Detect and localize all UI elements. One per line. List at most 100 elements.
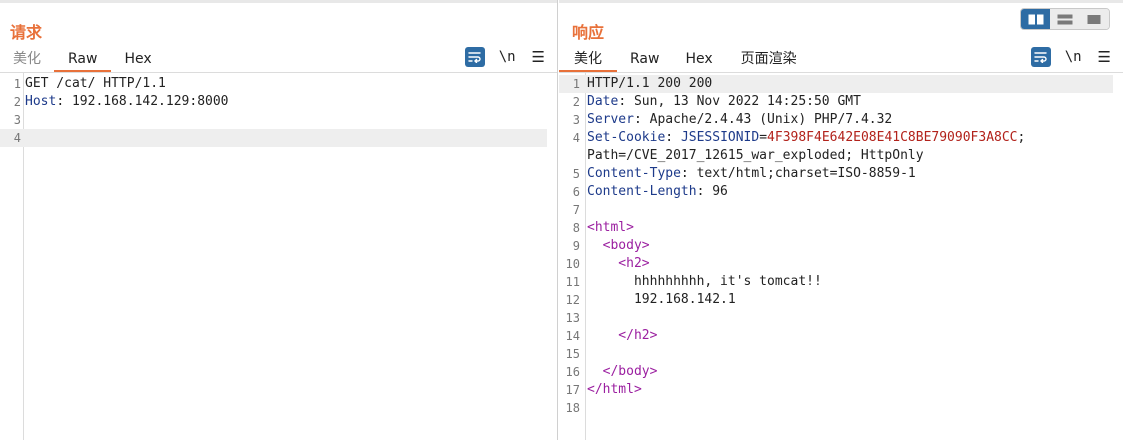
code-token: HTTP/1.1 200 200 bbox=[587, 76, 713, 91]
side-by-side-icon[interactable] bbox=[1021, 9, 1051, 29]
request-tab-pretty[interactable]: 美化 bbox=[0, 46, 54, 72]
line-number: 14 bbox=[565, 329, 580, 343]
response-tab-raw[interactable]: Raw bbox=[617, 46, 672, 72]
line-number: 1 bbox=[13, 77, 21, 91]
request-editor[interactable]: 1 GET /cat/ HTTP/1.1 2 Host: 192.168.142.12… bbox=[0, 72, 557, 440]
code-token: : Sun, 13 Nov 2022 14:25:50 GMT bbox=[618, 94, 861, 109]
response-tab-hex[interactable]: Hex bbox=[672, 46, 725, 72]
word-wrap-icon[interactable] bbox=[464, 47, 485, 67]
request-tab-hex[interactable]: Hex bbox=[111, 46, 164, 72]
code-line: 9 <body> bbox=[559, 237, 1113, 255]
response-tab-pretty[interactable]: 美化 bbox=[559, 46, 617, 72]
code-line: 3 Server: Apache/2.4.43 (Unix) PHP/7.4.32 bbox=[559, 111, 1113, 129]
line-number: 8 bbox=[572, 221, 580, 235]
line-content: Date: Sun, 13 Nov 2022 14:25:50 GMT bbox=[587, 93, 861, 111]
stacked-icon[interactable] bbox=[1050, 9, 1080, 29]
word-wrap-icon[interactable] bbox=[1030, 47, 1051, 67]
code-line: 13 bbox=[559, 309, 1113, 327]
code-line: 1 GET /cat/ HTTP/1.1 bbox=[0, 75, 547, 93]
code-token: ; bbox=[1017, 130, 1026, 145]
code-line: 11 hhhhhhhhh, it's tomcat!! bbox=[559, 273, 1113, 291]
code-line: 4 bbox=[0, 129, 547, 147]
code-token: </html> bbox=[587, 382, 642, 397]
line-number: 6 bbox=[572, 185, 580, 199]
code-line: 18 bbox=[559, 399, 1113, 417]
request-title: 请求 bbox=[10, 23, 43, 42]
code-token: Set-Cookie bbox=[587, 130, 666, 145]
code-line: 3 bbox=[0, 111, 547, 129]
line-number: 13 bbox=[565, 311, 580, 325]
response-tabs: 美化 Raw Hex 页面渲染 bbox=[559, 46, 812, 72]
code-line: 17 </html> bbox=[559, 381, 1113, 399]
line-number: 2 bbox=[572, 95, 580, 109]
code-token: hhhhhhhhh, it's tomcat!! bbox=[587, 274, 822, 289]
response-toolbar: \n ☰ bbox=[1030, 47, 1111, 67]
request-toolbar: \n ☰ bbox=[464, 47, 545, 67]
code-token: </body> bbox=[587, 364, 658, 379]
line-number: 1 bbox=[572, 77, 580, 91]
line-content: Server: Apache/2.4.43 (Unix) PHP/7.4.32 bbox=[587, 111, 892, 129]
code-token: Path=/CVE_2017_12615_war_exploded; HttpO… bbox=[587, 148, 924, 163]
code-line: 10 <h2> bbox=[559, 255, 1113, 273]
request-tabs: 美化 Raw Hex bbox=[0, 46, 165, 72]
menu-icon[interactable]: ☰ bbox=[532, 50, 545, 65]
line-number: 15 bbox=[565, 347, 580, 361]
code-token: : bbox=[665, 130, 681, 145]
line-number: 3 bbox=[572, 113, 580, 127]
code-line: 2 Host: 192.168.142.129:8000 bbox=[0, 93, 547, 111]
line-number: 2 bbox=[13, 95, 21, 109]
request-pane: 请求 美化 Raw Hex \n ☰ 1 GET /cat/ HTTP/1.1 2 H… bbox=[0, 0, 558, 440]
code-token: : 96 bbox=[696, 184, 728, 199]
line-content: hhhhhhhhh, it's tomcat!! bbox=[587, 273, 822, 291]
line-content: </body> bbox=[587, 363, 658, 381]
request-tab-raw[interactable]: Raw bbox=[54, 46, 112, 72]
code-token: 4F398F4E642E08E41C8BE79090F3A8CC bbox=[767, 130, 1018, 145]
code-token: : 192.168.142.129:8000 bbox=[56, 94, 229, 109]
code-line: 1 HTTP/1.1 200 200 bbox=[559, 75, 1113, 93]
line-content: Content-Type: text/html;charset=ISO-8859… bbox=[587, 165, 916, 183]
response-tab-render[interactable]: 页面渲染 bbox=[726, 46, 812, 72]
code-token: Date bbox=[587, 94, 619, 109]
response-pane: 响应 美化 Raw Hex 页面渲染 \n ☰ 1 HTTP/1.1 200 20… bbox=[559, 0, 1123, 440]
line-content: HTTP/1.1 200 200 bbox=[587, 75, 712, 93]
single-pane-icon[interactable] bbox=[1079, 9, 1109, 29]
code-token: : Apache/2.4.43 (Unix) PHP/7.4.32 bbox=[633, 112, 893, 127]
line-content: Host: 192.168.142.129:8000 bbox=[25, 93, 229, 111]
code-token: <body> bbox=[587, 238, 650, 253]
code-line: 2 Date: Sun, 13 Nov 2022 14:25:50 GMT bbox=[559, 93, 1113, 111]
code-token: GET /cat/ HTTP/1.1 bbox=[25, 76, 166, 91]
line-number: 16 bbox=[565, 365, 580, 379]
line-number: 10 bbox=[565, 257, 580, 271]
code-token: </h2> bbox=[587, 328, 658, 343]
newline-toggle-icon[interactable]: \n bbox=[499, 49, 516, 65]
line-number: 4 bbox=[572, 131, 580, 145]
code-line: 12 192.168.142.1 bbox=[559, 291, 1113, 309]
code-token: = bbox=[759, 130, 768, 145]
code-line: 8 <html> bbox=[559, 219, 1113, 237]
line-content: Content-Length: 96 bbox=[587, 183, 728, 201]
line-number: 17 bbox=[565, 383, 580, 397]
line-number: 12 bbox=[565, 293, 580, 307]
response-editor[interactable]: 1 HTTP/1.1 200 200 2 Date: Sun, 13 Nov 2022… bbox=[559, 72, 1123, 440]
line-content: GET /cat/ HTTP/1.1 bbox=[25, 75, 166, 93]
response-title: 响应 bbox=[572, 23, 605, 42]
code-token: JSESSIONID bbox=[680, 130, 760, 145]
code-token: Server bbox=[587, 112, 634, 127]
code-token: : text/html;charset=ISO-8859-1 bbox=[680, 166, 916, 181]
code-line: Path=/CVE_2017_12615_war_exploded; HttpO… bbox=[559, 147, 1113, 165]
line-number: 9 bbox=[572, 239, 580, 253]
code-line: 6 Content-Length: 96 bbox=[559, 183, 1113, 201]
code-line: 16 </body> bbox=[559, 363, 1113, 381]
pane-top-border bbox=[559, 0, 1123, 3]
line-content: <html> bbox=[587, 219, 634, 237]
layout-view-toggle bbox=[1020, 8, 1110, 30]
line-number: 3 bbox=[13, 113, 21, 127]
line-number: 7 bbox=[572, 203, 580, 217]
newline-toggle-icon[interactable]: \n bbox=[1065, 49, 1082, 65]
line-content: <h2> bbox=[587, 255, 649, 273]
menu-icon[interactable]: ☰ bbox=[1098, 50, 1111, 65]
code-line: 14 </h2> bbox=[559, 327, 1113, 345]
line-number: 18 bbox=[565, 401, 580, 415]
code-token: Host bbox=[25, 94, 57, 109]
pane-top-border bbox=[0, 0, 557, 3]
